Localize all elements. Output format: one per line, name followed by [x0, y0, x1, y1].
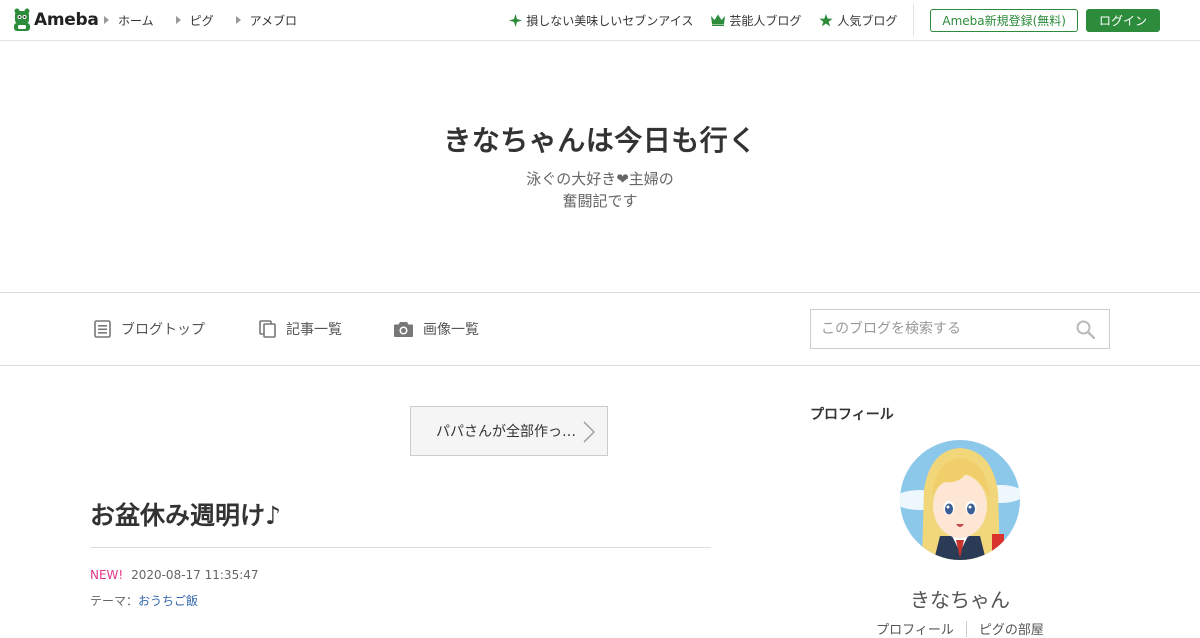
triangle-right-icon [104, 16, 109, 24]
pick-label: 損しない美味しいセブンアイス [526, 13, 694, 28]
chevron-right-icon [583, 421, 595, 447]
sparkle-icon [509, 13, 523, 27]
blog-title[interactable]: きなちゃんは今日も行く [0, 119, 1200, 159]
blog-search-input[interactable] [811, 310, 1061, 348]
prev-entry-link[interactable]: パパさんが全部作っ… [410, 406, 608, 456]
nav-pigg[interactable]: ピグ [175, 12, 214, 29]
document-icon [94, 320, 111, 338]
avatar-image [900, 440, 1020, 560]
nav-label: アメブロ [249, 13, 298, 28]
ameba-logo[interactable]: Ameba [12, 7, 99, 33]
crown-icon [711, 14, 726, 26]
pick-seven-ice[interactable]: 損しない美味しいセブンアイス [509, 12, 693, 29]
entry-datetime: 2020-08-17 11:35:47 [131, 568, 259, 582]
blog-nav-label: 記事一覧 [286, 322, 342, 338]
blog-nav-label: ブログトップ [121, 322, 205, 338]
blog-nav-images[interactable]: 画像一覧 [394, 293, 479, 365]
login-button[interactable]: ログイン [1086, 8, 1160, 32]
pigg-room-link[interactable]: ピグの部屋 [967, 619, 1056, 638]
prev-entry-label: パパさんが全部作っ… [436, 424, 576, 440]
header-right: 損しない美味しいセブンアイス 芸能人ブログ 人気ブログ Ameba新規登録(無料… [509, 0, 1200, 40]
entry-divider [90, 547, 711, 548]
sidebar-profile-title: プロフィール [810, 407, 894, 423]
triangle-right-icon [235, 16, 241, 24]
blog-header: きなちゃんは今日も行く 泳ぐの大好き❤主婦の 奮闘記です [0, 41, 1200, 292]
entry-meta: NEW! 2020-08-17 11:35:47 [90, 568, 259, 582]
nav-label: ホーム [118, 13, 154, 28]
blog-search [810, 309, 1110, 349]
camera-icon [394, 321, 413, 337]
nav-ameblo[interactable]: アメブロ [235, 12, 298, 29]
copy-icon [259, 320, 276, 338]
profile-link[interactable]: プロフィール [864, 619, 966, 638]
entry-theme: テーマ：おうちご飯 [90, 592, 198, 609]
blog-nav-label: 画像一覧 [423, 322, 479, 338]
entry-theme-prefix: テーマ： [90, 594, 139, 608]
pick-popular-blog[interactable]: 人気ブログ [819, 12, 897, 29]
ameba-mascot-icon [14, 8, 30, 31]
pick-label: 芸能人ブログ [729, 13, 802, 28]
pick-celebrity-blog[interactable]: 芸能人ブログ [711, 12, 801, 29]
register-button[interactable]: Ameba新規登録(無料) [930, 8, 1078, 32]
nav-home[interactable]: ホーム [104, 12, 154, 29]
entry-title[interactable]: お盆休み週明け♪ [90, 496, 281, 532]
new-badge: NEW! [90, 568, 124, 582]
pick-label: 人気ブログ [837, 13, 898, 28]
entry-theme-link[interactable]: おうちご飯 [138, 594, 198, 608]
global-nav: ホーム ピグ アメブロ [104, 0, 319, 40]
global-header: Ameba ホーム ピグ アメブロ 損しない美味しいセブンアイス 芸能人ブログ … [0, 0, 1200, 41]
blog-nav-top[interactable]: ブログトップ [94, 293, 205, 365]
blog-nav-entries[interactable]: 記事一覧 [259, 293, 342, 365]
blog-description-line: 奮闘記です [562, 192, 638, 210]
triangle-right-icon [175, 16, 181, 24]
header-divider [913, 4, 915, 36]
blog-description-line: 泳ぐの大好き❤主婦の [526, 170, 674, 188]
nav-label: ピグ [189, 13, 214, 28]
blog-nav: ブログトップ 記事一覧 画像一覧 [0, 292, 1200, 366]
profile-name[interactable]: きなちゃん [810, 584, 1110, 613]
logo-text: Ameba [34, 10, 99, 30]
star-icon [819, 13, 833, 27]
avatar[interactable] [900, 440, 1020, 560]
blog-description: 泳ぐの大好き❤主婦の 奮闘記です [0, 168, 1200, 212]
search-icon[interactable] [1076, 320, 1096, 343]
profile-links: プロフィール ピグの部屋 [810, 619, 1110, 638]
